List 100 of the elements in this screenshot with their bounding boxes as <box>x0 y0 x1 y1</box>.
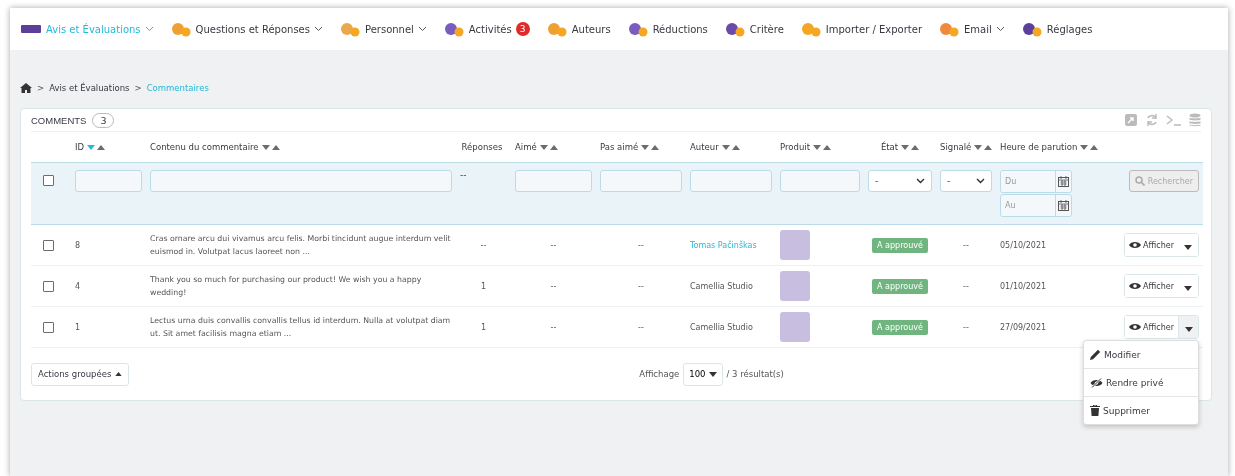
product-thumbnail <box>780 230 810 260</box>
reported-text: -- <box>963 322 969 332</box>
menu-item[interactable]: Modifier <box>1084 341 1198 369</box>
view-button[interactable]: Afficher <box>1125 234 1178 256</box>
product-thumbnail <box>780 271 810 301</box>
sort-arrows-icon[interactable] <box>1080 145 1099 150</box>
replies-count: 1 <box>480 281 487 291</box>
dislikes-count: -- <box>638 322 644 332</box>
nav-item-icon <box>442 20 465 38</box>
search-icon <box>1134 176 1145 186</box>
nav-menu-item[interactable]: Critère <box>723 20 784 38</box>
row-checkbox[interactable] <box>43 280 54 292</box>
chevron-down-icon <box>976 178 985 184</box>
filter-input[interactable] <box>515 170 592 192</box>
likes-count: -- <box>550 240 557 250</box>
view-button[interactable]: Afficher <box>1125 275 1178 297</box>
nav-item-icon <box>723 20 746 38</box>
menu-item[interactable]: Rendre privé <box>1084 369 1198 397</box>
filter-input[interactable] <box>690 170 772 192</box>
nav-item-icon <box>339 20 361 38</box>
nav-menu-item[interactable]: Questions et Réponses <box>169 20 323 38</box>
nav-menu-item[interactable]: Réductions <box>626 20 708 38</box>
sort-arrows-icon[interactable] <box>641 145 660 150</box>
product-thumbnail <box>780 312 810 342</box>
column-header: Réponses <box>461 142 503 152</box>
reported-text: -- <box>963 281 969 291</box>
author-name: Camellia Studio <box>690 281 753 291</box>
column-header: Signalé <box>940 142 972 152</box>
nav-menu-item[interactable]: Importer / Exporter <box>799 20 922 38</box>
sort-arrows-icon[interactable] <box>974 145 993 150</box>
nav-item-icon <box>545 20 568 38</box>
date-text: 05/10/2021 <box>1000 240 1047 250</box>
dropdown-toggle-button[interactable] <box>1178 316 1198 338</box>
sort-arrows-icon[interactable] <box>812 145 831 150</box>
nav-item-icon <box>799 20 822 38</box>
filter-input[interactable] <box>150 170 452 192</box>
column-header: Aimé <box>515 142 537 152</box>
id-text: 1 <box>75 322 81 332</box>
select-all-checkbox[interactable] <box>43 175 54 186</box>
eye-icon <box>1129 282 1142 290</box>
sort-arrows-icon[interactable] <box>87 145 106 150</box>
date-text: 01/10/2021 <box>1000 281 1047 291</box>
replies-count: -- <box>480 240 487 250</box>
breadcrumb-link[interactable]: Avis et Évaluations <box>49 83 130 93</box>
row-checkbox[interactable] <box>43 321 54 333</box>
caret-up-icon <box>115 372 123 376</box>
filter-input[interactable] <box>75 170 142 192</box>
filter-input[interactable] <box>780 170 860 192</box>
nav-menu-item[interactable]: Réglages <box>1020 20 1093 38</box>
row-checkbox[interactable] <box>43 239 54 251</box>
filter-placeholder-text: -- <box>460 170 467 180</box>
status-badge: A approuvé <box>872 237 928 253</box>
dislikes-count: -- <box>638 240 644 250</box>
nav-menu-item[interactable]: Auteurs <box>545 20 611 38</box>
date-text: 27/09/2021 <box>1000 322 1047 332</box>
nav-item-icon <box>169 20 192 38</box>
column-header: Produit <box>780 142 810 152</box>
filter-input[interactable] <box>600 170 682 192</box>
breadcrumb-separator: > <box>134 83 142 93</box>
filter-select[interactable]: - <box>940 170 992 192</box>
caret-down-icon <box>1184 244 1192 250</box>
column-header: Pas aimé <box>600 142 639 152</box>
likes-count: -- <box>550 281 557 291</box>
column-header: Contenu du commentaire <box>150 142 259 152</box>
breadcrumb-separator: > <box>37 83 45 93</box>
status-badge: A approuvé <box>872 319 928 335</box>
home-icon[interactable] <box>20 83 32 93</box>
panel-title: COMMENTS <box>31 114 87 126</box>
menu-item[interactable]: Supprimer <box>1084 397 1198 424</box>
nav-item-icon <box>626 20 649 38</box>
nav-menu-item[interactable]: Email <box>938 20 1005 38</box>
notification-badge: 3 <box>515 22 530 36</box>
nav-menu-item[interactable]: Personnel <box>339 20 427 38</box>
nav-item-icon <box>938 20 960 38</box>
dislikes-count: -- <box>638 281 644 291</box>
id-text: 4 <box>75 281 81 291</box>
view-button[interactable]: Afficher <box>1125 316 1178 338</box>
sort-arrows-icon[interactable] <box>721 145 740 150</box>
id-text: 8 <box>75 240 81 250</box>
status-badge: A approuvé <box>872 278 928 294</box>
caret-down-icon <box>1185 326 1193 332</box>
filter-select[interactable]: - <box>868 170 932 192</box>
calendar-icon <box>1058 176 1069 187</box>
sort-arrows-icon[interactable] <box>261 145 280 150</box>
eye-icon <box>1129 323 1142 331</box>
sort-arrows-icon[interactable] <box>901 145 920 150</box>
column-header: Auteur <box>690 142 719 152</box>
per-page-dropdown[interactable]: 100 <box>683 362 723 386</box>
pencil-icon <box>1090 349 1101 360</box>
column-header: ID <box>75 142 85 152</box>
likes-count: -- <box>550 322 557 332</box>
bulk-actions-button[interactable]: Actions groupées <box>31 362 130 386</box>
chevron-down-icon <box>144 26 154 32</box>
column-header: État <box>880 142 899 152</box>
caret-down-icon <box>708 371 717 377</box>
date-from-field[interactable]: Du <box>1000 170 1072 193</box>
nav-menu-item[interactable]: Activités 3 <box>442 20 530 38</box>
sort-arrows-icon[interactable] <box>539 145 558 150</box>
date-to-field[interactable]: Au <box>1000 194 1072 217</box>
chevron-down-icon <box>417 26 427 32</box>
